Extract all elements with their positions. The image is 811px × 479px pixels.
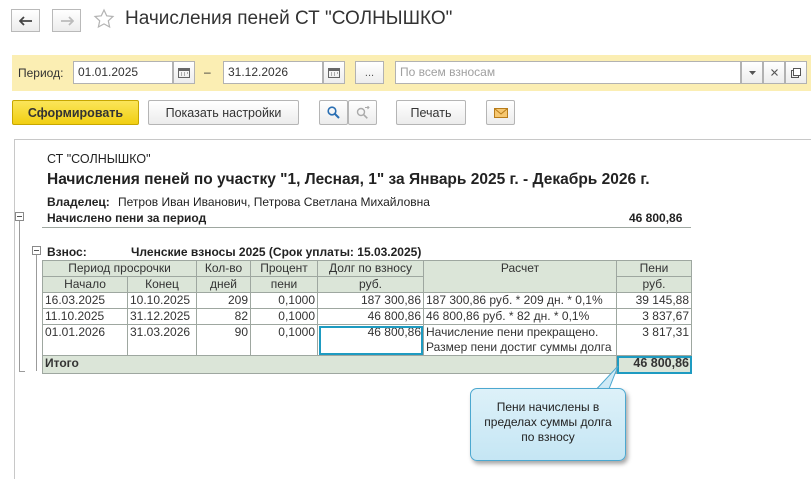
table-row: 16.03.2025 10.10.2025 209 0,1000 187 300… — [42, 292, 692, 309]
table-row: 11.10.2025 31.12.2025 82 0,1000 46 800,8… — [42, 308, 692, 325]
fees-open-button[interactable] — [785, 61, 807, 84]
report-border-top — [14, 139, 811, 140]
cell-days: 82 — [196, 308, 251, 325]
col-calc: Расчет — [423, 260, 617, 293]
cell-percent: 0,1000 — [250, 308, 318, 325]
calendar-to-button[interactable] — [323, 61, 345, 84]
group-line-end — [19, 371, 25, 372]
col-days-unit: дней — [196, 276, 251, 293]
col-debt: Долг по взносу — [317, 260, 424, 277]
col-overdue-period: Период просрочки — [42, 260, 197, 277]
table-header-row: Период просрочки Кол-во Процент Долг по … — [42, 260, 692, 293]
cell-percent: 0,1000 — [250, 292, 318, 309]
open-window-icon — [791, 67, 801, 78]
report-border-left — [14, 139, 15, 479]
table-row: 01.01.2026 31.03.2026 90 0,1000 46 800,8… — [42, 324, 692, 356]
cell-start: 01.01.2026 — [42, 324, 128, 356]
report-org: СТ "СОЛНЫШКО" — [47, 152, 151, 166]
col-days: Кол-во — [196, 260, 251, 277]
show-settings-button[interactable]: Показать настройки — [148, 100, 299, 125]
search-next-icon — [356, 106, 370, 119]
email-button[interactable] — [486, 100, 515, 125]
print-button[interactable]: Печать — [396, 100, 466, 125]
search-next-button[interactable] — [348, 100, 377, 125]
forward-button[interactable] — [52, 9, 81, 32]
arrow-left-icon — [18, 15, 32, 26]
star-icon[interactable] — [93, 8, 115, 30]
calendar-icon — [178, 68, 190, 78]
cell-calc: Начисление пени прекращено. Размер пени д… — [423, 324, 617, 356]
chevron-down-icon — [748, 70, 756, 75]
col-end: Конец — [127, 276, 197, 293]
col-percent: Процент — [250, 260, 318, 277]
cell-percent: 0,1000 — [250, 324, 318, 356]
period-dash: – — [204, 65, 211, 79]
back-button[interactable] — [11, 9, 40, 32]
arrow-right-icon — [60, 15, 74, 26]
cell-penalty: 3 837,67 — [616, 308, 692, 325]
group-line — [36, 255, 37, 371]
close-icon — [770, 69, 778, 76]
collapse-toggle[interactable] — [15, 212, 24, 221]
callout-line: Пени начислены в — [496, 400, 600, 414]
callout-line: по взносу — [521, 430, 575, 444]
group-line — [19, 221, 20, 372]
total-value-highlighted: 46 800,86 — [616, 355, 692, 374]
owner-label: Владелец: — [47, 195, 110, 209]
generate-button[interactable]: Сформировать — [12, 100, 139, 125]
total-accrued-value: 46 800,86 — [629, 211, 683, 225]
cell-calc: 46 800,86 руб. * 82 дн. * 0,1% — [423, 308, 617, 325]
cell-debt: 187 300,86 — [317, 292, 424, 309]
cell-days: 90 — [196, 324, 251, 356]
search-icon — [327, 106, 340, 119]
period-label: Период: — [18, 66, 64, 80]
fee-label: Взнос: — [47, 245, 87, 259]
cell-debt: 46 800,86 — [317, 308, 424, 325]
cell-penalty: 3 817,31 — [616, 324, 692, 356]
fees-filter-input[interactable]: По всем взносам — [395, 61, 741, 84]
calendar-from-button[interactable] — [173, 61, 195, 84]
collapse-toggle[interactable] — [32, 246, 41, 255]
cell-start: 16.03.2025 — [42, 292, 128, 309]
owner-value: Петров Иван Иванович, Петрова Светлана М… — [118, 195, 430, 209]
col-penalty: Пени — [616, 260, 692, 277]
cell-penalty: 39 145,88 — [616, 292, 692, 309]
cell-end: 31.03.2026 — [127, 324, 197, 356]
date-to-field[interactable]: 31.12.2026 — [223, 61, 323, 84]
page-title: Начисления пеней СТ "СОЛНЫШКО" — [125, 8, 453, 29]
fees-dropdown-button[interactable] — [741, 61, 763, 84]
cell-calc: 187 300,86 руб. * 209 дн. * 0,1% — [423, 292, 617, 309]
search-button[interactable] — [319, 100, 348, 125]
cell-start: 11.10.2025 — [42, 308, 128, 325]
date-from-field[interactable]: 01.01.2025 — [73, 61, 173, 84]
penalty-table: Период просрочки Кол-во Процент Долг по … — [42, 260, 692, 374]
fees-clear-button[interactable] — [763, 61, 785, 84]
cell-debt-highlighted: 46 800,86 — [317, 324, 424, 356]
col-percent-unit: пени — [250, 276, 318, 293]
envelope-icon — [493, 107, 508, 118]
report-heading: Начисления пеней по участку "1, Лесная, … — [47, 171, 650, 188]
callout-line: пределах суммы долга — [484, 415, 612, 429]
period-select-button[interactable]: ... — [355, 61, 384, 84]
fee-value: Членские взносы 2025 (Срок уплаты: 15.03… — [131, 245, 422, 259]
calc-line-1: Начисление пени прекращено. — [426, 325, 599, 340]
col-start: Начало — [42, 276, 128, 293]
cell-end: 31.12.2025 — [127, 308, 197, 325]
calc-line-2: Размер пени достиг суммы долга — [426, 340, 612, 354]
callout-note: Пени начислены в пределах суммы долга по… — [470, 388, 626, 461]
calendar-icon — [328, 68, 340, 78]
total-accrued-label: Начислено пени за период — [47, 211, 207, 225]
total-label: Итого — [42, 355, 617, 374]
col-debt-unit: руб. — [317, 276, 424, 293]
cell-days: 209 — [196, 292, 251, 309]
divider — [42, 227, 691, 228]
cell-end: 10.10.2025 — [127, 292, 197, 309]
col-penalty-unit: руб. — [616, 276, 692, 293]
